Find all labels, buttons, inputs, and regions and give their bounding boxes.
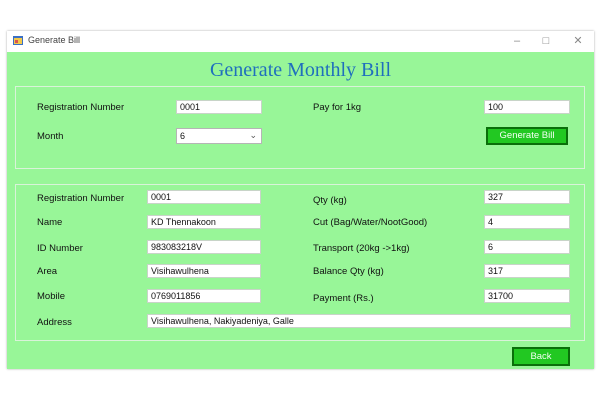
registration-number-label: Registration Number (37, 102, 125, 113)
payment-input[interactable]: 31700 (484, 289, 570, 303)
pay-per-kg-input[interactable]: 100 (484, 100, 570, 114)
pay-per-kg-label: Pay for 1kg (313, 102, 362, 113)
window-title: Generate Bill (28, 35, 81, 45)
name-label: Name (37, 217, 63, 228)
transport-input[interactable]: 6 (484, 240, 570, 254)
mobile-input[interactable]: 0769011856 (147, 289, 261, 303)
title-bar[interactable]: Generate Bill – □ ✕ (7, 31, 594, 52)
balance-qty-label: Balance Qty (kg) (313, 266, 384, 277)
mobile-label: Mobile (37, 291, 65, 302)
qty-label: Qty (kg) (313, 195, 347, 206)
maximize-button[interactable]: □ (539, 34, 553, 48)
app-icon (13, 36, 23, 45)
back-button[interactable]: Back (512, 347, 570, 366)
close-button[interactable]: ✕ (571, 34, 585, 48)
transport-label: Transport (20kg ->1kg) (313, 243, 410, 254)
address-input[interactable]: Visihawulhena, Nakiyadeniya, Galle (147, 314, 571, 328)
details-registration-number-label: Registration Number (37, 193, 125, 204)
generate-bill-window: Generate Bill – □ ✕ Generate Monthly Bil… (7, 31, 594, 369)
address-label: Address (37, 317, 72, 328)
area-input[interactable]: Visihawulhena (147, 264, 261, 278)
id-number-input[interactable]: 983083218V (147, 240, 261, 254)
bill-input-group: Registration Number 0001 Pay for 1kg 100… (15, 86, 585, 169)
bill-details-group: Registration Number 0001 Name KD Thennak… (15, 184, 585, 341)
month-select-value: 6 (180, 131, 186, 141)
cut-input[interactable]: 4 (484, 215, 570, 229)
minimize-button[interactable]: – (510, 34, 524, 48)
qty-input[interactable]: 327 (484, 190, 570, 204)
generate-bill-button[interactable]: Generate Bill (486, 127, 568, 145)
page-title: Generate Monthly Bill (209, 59, 392, 81)
details-registration-number-input[interactable]: 0001 (147, 190, 261, 204)
payment-label: Payment (Rs.) (313, 293, 374, 304)
chevron-down-icon: ⌄ (249, 130, 257, 140)
registration-number-input[interactable]: 0001 (176, 100, 262, 114)
area-label: Area (37, 266, 58, 277)
balance-qty-input[interactable]: 317 (484, 264, 570, 278)
cut-label: Cut (Bag/Water/NootGood) (313, 217, 428, 228)
id-number-label: ID Number (37, 243, 83, 254)
month-select[interactable]: 6 ⌄ (176, 128, 262, 144)
name-input[interactable]: KD Thennakoon (147, 215, 261, 229)
month-label: Month (37, 131, 64, 142)
